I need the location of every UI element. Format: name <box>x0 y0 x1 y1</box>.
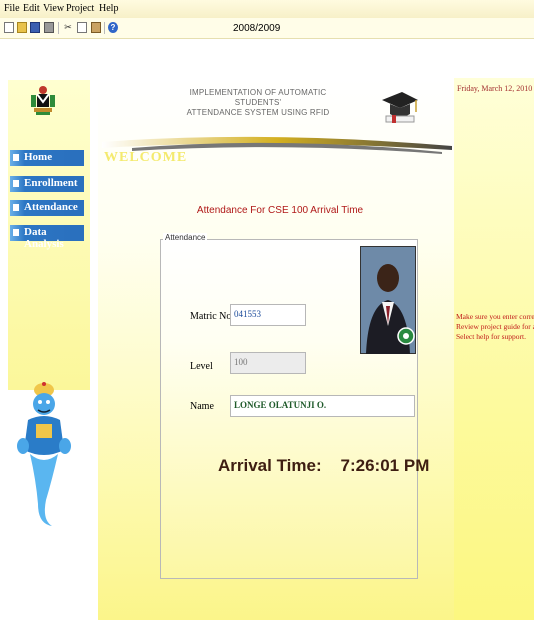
attendance-frame-legend: Attendance <box>163 233 208 242</box>
sidebar-item-home[interactable]: Home <box>10 150 84 166</box>
menu-file[interactable]: File <box>4 3 20 14</box>
sidebar-item-label: Enrollment <box>24 177 78 189</box>
sidebar-item-enrollment[interactable]: Enrollment <box>10 176 84 192</box>
bullet-icon <box>13 229 19 236</box>
graduation-cap-icon <box>382 92 418 123</box>
toolbar-separator <box>58 22 59 34</box>
attendance-heading: Attendance For CSE 100 Arrival Time <box>196 205 364 216</box>
coat-of-arms-icon <box>31 86 55 115</box>
system-title: IMPLEMENTATION OF AUTOMATIC STUDENTS' AT… <box>172 88 344 118</box>
student-photo <box>360 246 416 354</box>
matric-number-field[interactable]: 041553 <box>230 304 306 326</box>
arrival-time-label: Arrival Time: <box>218 456 322 475</box>
genie-mascot-icon <box>17 382 71 526</box>
help-icon[interactable]: ? <box>108 22 118 33</box>
system-title-line2: ATTENDANCE SYSTEM USING RFID <box>186 108 330 117</box>
help-tip-line1: Make sure you enter correct d <box>456 312 534 321</box>
paste-icon[interactable] <box>91 22 101 33</box>
sidebar-item-label: Home <box>24 151 53 163</box>
menu-project[interactable]: Project <box>66 3 94 14</box>
menu-bar: File Edit View Project Help <box>0 0 534 18</box>
arrival-time-display: Arrival Time: 7:26:01 PM <box>218 456 429 476</box>
help-tip-line2: Review project guide for assist <box>456 322 534 331</box>
sidebar-item-label: Data Analysis <box>24 226 64 250</box>
name-label: Name <box>190 401 214 412</box>
toolbar-separator <box>104 22 105 34</box>
new-document-icon[interactable] <box>4 22 14 33</box>
help-tip-line3: Select help for support. <box>456 332 526 341</box>
menu-edit[interactable]: Edit <box>23 3 40 14</box>
right-panel <box>454 78 534 620</box>
level-field[interactable]: 100 <box>230 352 306 374</box>
save-icon[interactable] <box>30 22 40 33</box>
session-label: 2008/2009 <box>233 23 281 34</box>
menu-help[interactable]: Help <box>99 3 118 14</box>
menu-view[interactable]: View <box>43 3 64 14</box>
sidebar-item-data-analysis[interactable]: Data Analysis <box>10 225 84 250</box>
bullet-icon <box>13 204 19 211</box>
sidebar-item-attendance[interactable]: Attendance <box>10 200 84 216</box>
current-date: Friday, March 12, 2010 <box>457 84 533 93</box>
sidebar-item-label: Attendance <box>24 201 78 213</box>
system-title-line1: IMPLEMENTATION OF AUTOMATIC STUDENTS' <box>189 88 327 107</box>
copy-icon[interactable] <box>77 22 87 33</box>
level-label: Level <box>190 361 213 372</box>
help-tip: Make sure you enter correct d Review pro… <box>456 312 534 342</box>
print-icon[interactable] <box>44 22 54 33</box>
bullet-icon <box>13 154 19 161</box>
matric-label: Matric No <box>190 311 232 322</box>
cut-icon[interactable]: ✂ <box>63 22 73 33</box>
bullet-icon <box>13 180 19 187</box>
welcome-text: WELCOME <box>104 150 188 165</box>
arrival-time-value: 7:26:01 PM <box>340 456 430 475</box>
student-name-field[interactable]: LONGE OLATUNJI O. <box>230 395 415 417</box>
open-folder-icon[interactable] <box>17 22 27 33</box>
